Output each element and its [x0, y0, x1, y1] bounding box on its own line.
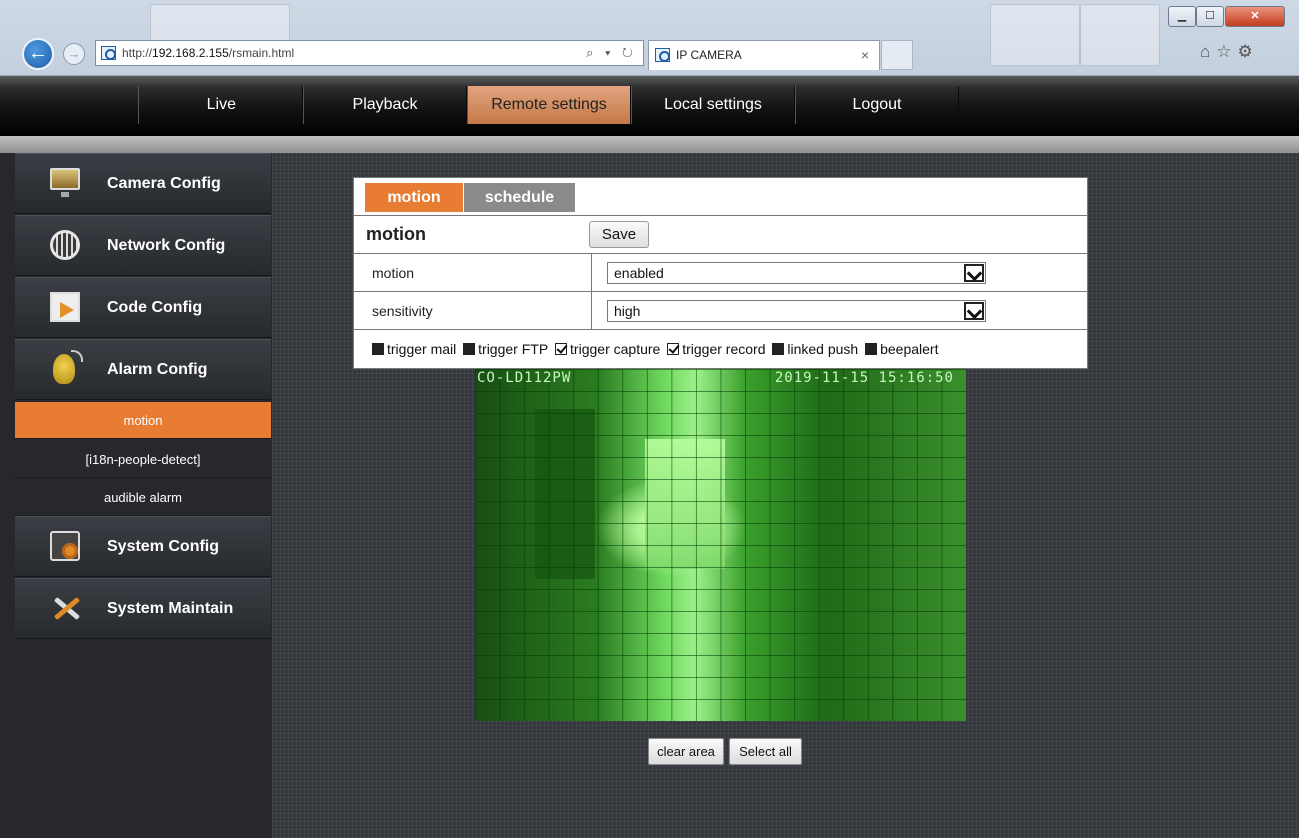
trigger-options: trigger mail trigger FTP trigger capture… — [354, 330, 1087, 368]
url-path: /rsmain.html — [228, 46, 295, 60]
sidebar-item-camera-config[interactable]: Camera Config — [15, 153, 271, 214]
trigger-mail-label: trigger mail — [387, 341, 457, 357]
page-favicon-icon — [101, 46, 116, 60]
column-divider — [591, 254, 592, 291]
minimize-icon[interactable]: ▁ — [1168, 6, 1196, 27]
forward-arrow-icon[interactable]: → — [63, 43, 85, 65]
sidebar: Camera Config Network Config Code Config… — [0, 153, 272, 838]
close-icon[interactable]: ✕ — [1225, 6, 1285, 27]
sidebar-item-label: Alarm Config — [107, 361, 208, 378]
tab-close-icon[interactable]: × — [861, 41, 869, 69]
tab-schedule[interactable]: schedule — [464, 183, 575, 212]
motion-row: motion enabled — [354, 254, 1087, 292]
browser-tab[interactable]: IP CAMERA × — [648, 40, 880, 70]
nav-local-settings[interactable]: Local settings — [631, 86, 795, 124]
url-prefix: http:// — [122, 46, 153, 60]
sidebar-item-label: System Maintain — [107, 600, 234, 617]
sidebar-item-label: Code Config — [107, 299, 203, 316]
gear-doc-icon — [50, 531, 80, 561]
beepalert-checkbox[interactable] — [865, 343, 878, 355]
beepalert-label: beepalert — [880, 341, 939, 357]
tools-icon — [50, 593, 80, 623]
sensitivity-row: sensitivity high — [354, 292, 1087, 330]
header-divider — [0, 136, 1299, 153]
content-area: motion schedule motion Save motion enabl… — [272, 153, 1299, 838]
tab-favicon-icon — [655, 48, 670, 62]
save-button[interactable]: Save — [589, 221, 649, 248]
linked-push-label: linked push — [787, 341, 859, 357]
sidebar-item-label: Network Config — [107, 237, 226, 254]
trigger-capture-label: trigger capture — [570, 341, 661, 357]
back-arrow-icon[interactable]: ← — [22, 38, 54, 70]
trigger-record-checkbox[interactable] — [667, 343, 680, 355]
home-star-gear-icons[interactable]: ⌂☆⚙ — [1200, 42, 1259, 62]
monitor-icon — [50, 168, 80, 197]
background-ribbon — [990, 4, 1080, 66]
sidebar-item-network-config[interactable]: Network Config — [15, 215, 271, 276]
trigger-capture-checkbox[interactable] — [555, 343, 568, 355]
section-header: motion Save — [354, 216, 1087, 254]
sidebar-item-system-maintain[interactable]: System Maintain — [15, 578, 271, 639]
motion-settings-panel: motion schedule motion Save motion enabl… — [353, 177, 1088, 369]
chevron-down-icon[interactable] — [964, 302, 984, 320]
sensitivity-label: sensitivity — [372, 303, 433, 319]
nav-playback[interactable]: Playback — [303, 86, 467, 124]
sidebar-subitem-audible-alarm[interactable]: audible alarm — [15, 479, 271, 516]
trigger-mail-checkbox[interactable] — [372, 343, 384, 355]
globe-icon — [50, 230, 80, 260]
trigger-ftp-checkbox[interactable] — [463, 343, 476, 355]
panel-tabs: motion schedule — [354, 178, 1087, 216]
browser-chrome: ← → http://192.168.2.155/rsmain.html ⌕ ▾… — [0, 0, 1299, 76]
motion-label: motion — [372, 265, 415, 281]
sidebar-subitem-motion[interactable]: motion — [15, 402, 271, 439]
address-bar[interactable]: http://192.168.2.155/rsmain.html ⌕ ▾ ↻ — [95, 40, 644, 66]
tab-motion[interactable]: motion — [365, 183, 463, 212]
nav-live[interactable]: Live — [138, 86, 303, 124]
alarm-icon — [53, 350, 83, 384]
new-tab-button[interactable] — [881, 40, 913, 70]
motion-select-value: enabled — [614, 265, 664, 281]
select-all-button[interactable]: Select all — [729, 738, 802, 765]
sidebar-subitem-people-detect[interactable]: [i18n-people-detect] — [15, 441, 271, 478]
trigger-ftp-label: trigger FTP — [478, 341, 549, 357]
sidebar-item-label: Camera Config — [107, 175, 221, 192]
background-ribbon — [1080, 4, 1160, 66]
clear-area-button[interactable]: clear area — [648, 738, 724, 765]
tab-title: IP CAMERA — [676, 48, 742, 62]
osd-timestamp: 2019-11-15 15:16:50 — [774, 370, 954, 386]
sensitivity-select[interactable]: high — [607, 300, 986, 322]
motion-area-video[interactable]: CO-LD112PW 2019-11-15 15:16:50 — [475, 369, 966, 721]
sidebar-item-alarm-config[interactable]: Alarm Config — [15, 339, 271, 400]
sensitivity-select-value: high — [614, 303, 641, 319]
search-refresh-icons[interactable]: ⌕ ▾ ↻ — [586, 41, 637, 65]
motion-select[interactable]: enabled — [607, 262, 986, 284]
osd-camera-name: CO-LD112PW — [477, 370, 572, 386]
sidebar-item-code-config[interactable]: Code Config — [15, 277, 271, 338]
url-host: 192.168.2.155 — [152, 46, 229, 60]
top-navigation: Live Playback Remote settings Local sett… — [0, 76, 1299, 136]
linked-push-checkbox[interactable] — [772, 343, 785, 355]
column-divider — [591, 292, 592, 329]
window-controls: ▁ ☐ ✕ — [1168, 6, 1292, 28]
motion-grid[interactable] — [475, 369, 966, 721]
sidebar-item-label: System Config — [107, 538, 220, 555]
section-title: motion — [366, 224, 426, 244]
nav-logout[interactable]: Logout — [795, 86, 959, 124]
maximize-icon[interactable]: ☐ — [1196, 6, 1224, 27]
nav-remote-settings[interactable]: Remote settings — [467, 86, 631, 124]
chevron-down-icon[interactable] — [964, 264, 984, 282]
film-icon — [50, 292, 80, 322]
sidebar-item-system-config[interactable]: System Config — [15, 516, 271, 577]
trigger-record-label: trigger record — [682, 341, 766, 357]
